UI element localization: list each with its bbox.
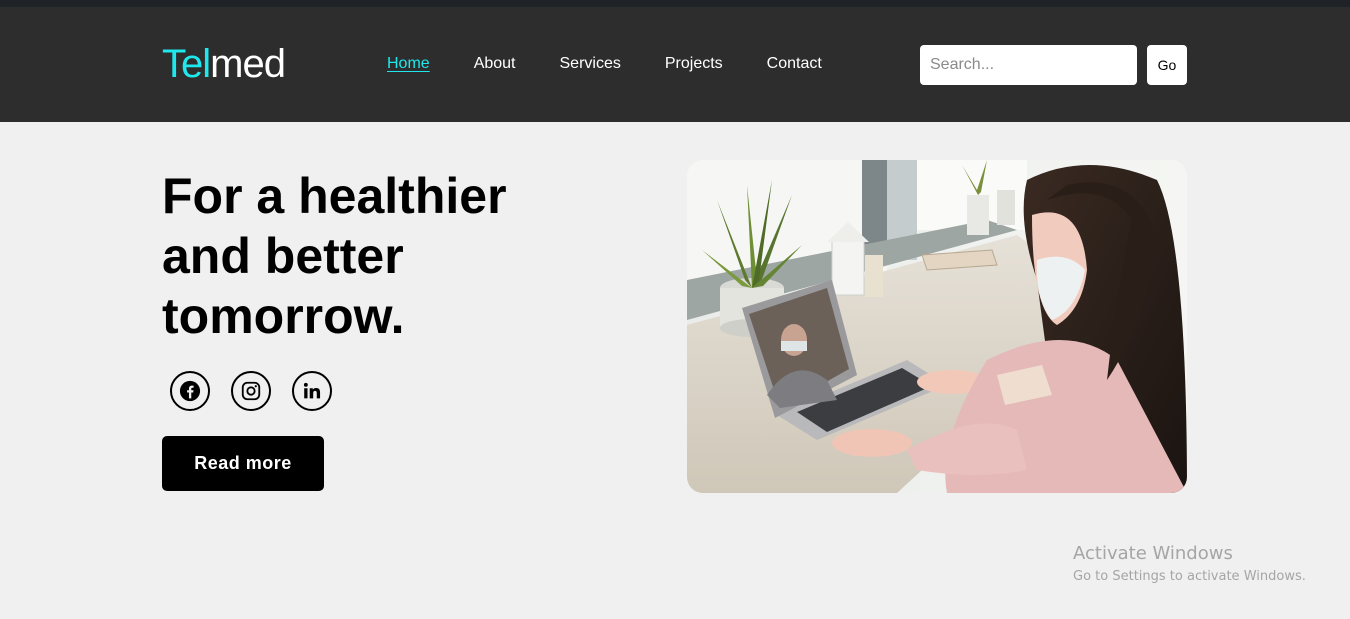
nav-contact-link[interactable]: Contact xyxy=(767,53,822,75)
social-links xyxy=(170,371,353,411)
instagram-link[interactable] xyxy=(231,371,271,411)
watermark-subtitle: Go to Settings to activate Windows. xyxy=(1073,569,1306,584)
nav-services-link[interactable]: Services xyxy=(560,53,621,75)
top-strip xyxy=(0,0,1350,7)
navbar: Telmed Home About Services Projects Cont… xyxy=(0,7,1350,122)
telemedicine-photo xyxy=(687,160,1187,493)
logo-accent: Tel xyxy=(162,42,211,86)
watermark-title: Activate Windows xyxy=(1073,543,1233,564)
instagram-icon xyxy=(241,381,261,401)
windows-activation-watermark: Activate Windows Go to Settings to activ… xyxy=(1073,543,1306,587)
logo[interactable]: Telmed xyxy=(162,42,286,86)
nav-home-link[interactable]: Home xyxy=(387,53,430,75)
read-more-button[interactable]: Read more xyxy=(162,436,324,491)
facebook-link[interactable] xyxy=(170,371,210,411)
linkedin-icon xyxy=(303,382,321,399)
facebook-icon xyxy=(179,380,201,402)
search-go-button[interactable]: Go xyxy=(1147,45,1187,85)
nav-projects-link[interactable]: Projects xyxy=(665,53,723,75)
hero-title: For a healthier and better tomorrow. xyxy=(162,168,507,344)
linkedin-link[interactable] xyxy=(292,371,332,411)
nav-about-link[interactable]: About xyxy=(474,53,516,75)
main-nav: Home About Services Projects Contact xyxy=(387,53,866,75)
search-input[interactable] xyxy=(920,45,1137,85)
logo-rest: med xyxy=(210,42,286,86)
hero-image xyxy=(687,160,1187,493)
